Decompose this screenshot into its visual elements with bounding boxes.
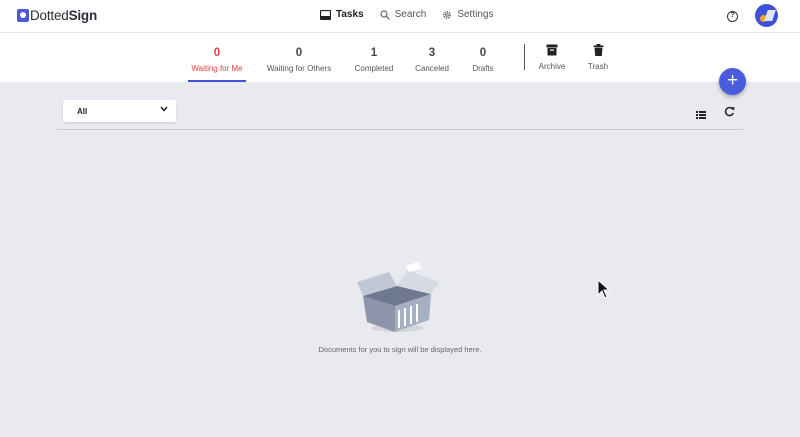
top-nav: Tasks Search Settings [320, 9, 509, 20]
filter-dropdown[interactable]: All [63, 100, 176, 122]
add-document-button[interactable]: + [719, 68, 746, 95]
logo-text-sign: Sign [68, 8, 98, 23]
empty-box-illustration [355, 262, 445, 342]
tab-count: 3 [428, 47, 436, 59]
tab-label: Drafts [472, 64, 494, 73]
tab-divider [524, 44, 525, 70]
empty-state-message: Documents for you to sign will be displa… [318, 345, 482, 354]
tab-waiting-for-me[interactable]: 0 Waiting for Me [188, 33, 246, 82]
tab-trash[interactable]: Trash [584, 33, 612, 82]
dottedsign-logo[interactable]: DottedSign [17, 8, 97, 23]
tab-drafts[interactable]: 0 Drafts [467, 33, 499, 82]
nav-search[interactable]: Search [380, 9, 427, 20]
tab-label: Waiting for Others [266, 64, 332, 73]
chevron-down-icon [160, 106, 168, 112]
help-icon[interactable]: ? [727, 11, 738, 22]
nav-settings-label: Settings [457, 9, 494, 20]
tab-label: Archive [538, 62, 566, 71]
nav-search-label: Search [394, 9, 427, 20]
search-icon [380, 9, 390, 20]
tab-archive[interactable]: Archive [536, 33, 568, 82]
tab-label: Completed [354, 64, 394, 73]
nav-settings[interactable]: Settings [442, 9, 493, 20]
tab-canceled[interactable]: 3 Canceled [413, 33, 451, 82]
filter-selected-value: All [77, 107, 88, 116]
mouse-cursor-icon [597, 279, 611, 299]
nav-tasks-label: Tasks [336, 9, 364, 20]
list-view-icon[interactable] [696, 106, 706, 124]
tab-count: 0 [479, 47, 487, 59]
tab-count: 0 [295, 47, 303, 59]
refresh-icon[interactable] [724, 104, 735, 122]
tab-waiting-for-others[interactable]: 0 Waiting for Others [264, 33, 334, 82]
tab-label: Waiting for Me [191, 64, 243, 73]
logo-text-dotted: Dotted [30, 8, 69, 23]
nav-tasks[interactable]: Tasks [320, 9, 364, 20]
tab-label: Trash [587, 62, 609, 71]
archive-icon [546, 44, 558, 56]
status-tabs: 0 Waiting for Me 0 Waiting for Others 1 … [0, 33, 800, 82]
tab-label: Canceled [415, 64, 449, 73]
inbox-icon [320, 9, 331, 20]
gear-icon [443, 10, 452, 19]
logo-mark-icon [17, 9, 29, 22]
list-divider [57, 129, 743, 130]
tab-completed[interactable]: 1 Completed [352, 33, 396, 82]
trash-icon [593, 44, 603, 56]
avatar[interactable] [755, 4, 778, 27]
tab-count: 1 [370, 47, 378, 59]
tab-count: 0 [213, 47, 221, 59]
top-bar: DottedSign Tasks Search Settings ? [0, 0, 800, 33]
